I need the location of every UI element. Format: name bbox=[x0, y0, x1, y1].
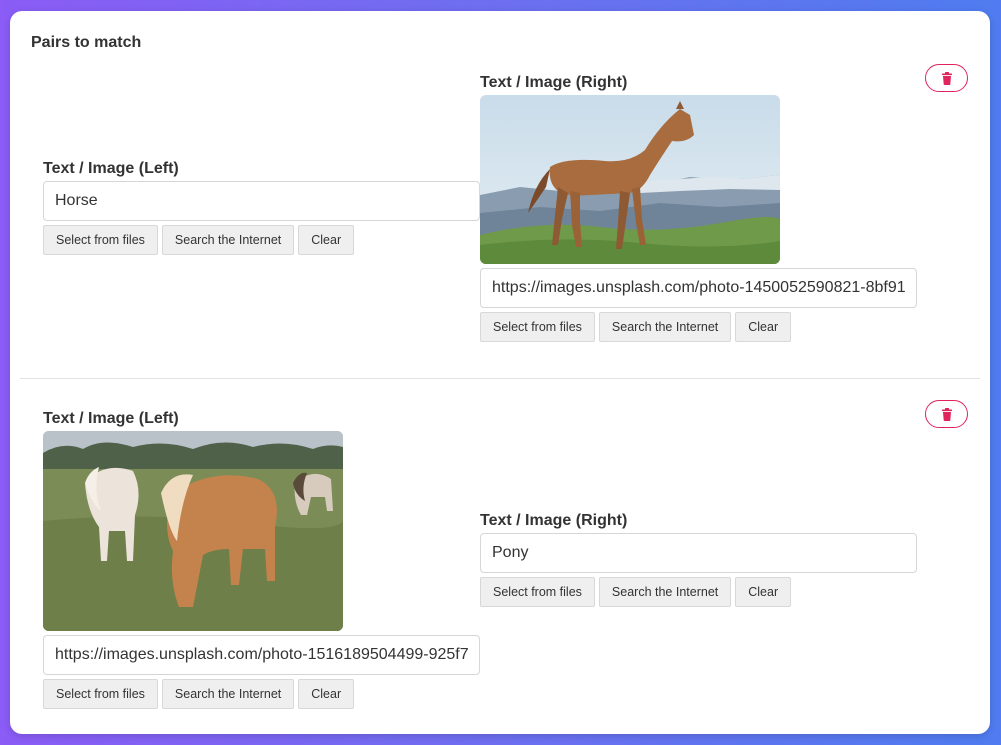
clear-button[interactable]: Clear bbox=[298, 679, 355, 709]
left-text-input[interactable]: Horse bbox=[43, 181, 480, 221]
clear-button[interactable]: Clear bbox=[735, 577, 792, 607]
right-url-input[interactable]: https://images.unsplash.com/photo-145005… bbox=[480, 268, 917, 308]
select-from-files-button[interactable]: Select from files bbox=[43, 225, 158, 255]
search-internet-button[interactable]: Search the Internet bbox=[161, 679, 295, 709]
right-label: Text / Image (Right) bbox=[480, 74, 628, 91]
pair-divider bbox=[20, 378, 980, 379]
section-title: Pairs to match bbox=[31, 34, 142, 51]
right-text-input[interactable]: Pony bbox=[480, 533, 917, 573]
left-button-row: Select from files Search the Internet Cl… bbox=[43, 679, 355, 709]
select-from-files-button[interactable]: Select from files bbox=[480, 312, 595, 342]
left-label: Text / Image (Left) bbox=[43, 410, 179, 427]
right-button-row: Select from files Search the Internet Cl… bbox=[480, 312, 792, 342]
clear-button[interactable]: Clear bbox=[298, 225, 355, 255]
select-from-files-button[interactable]: Select from files bbox=[480, 577, 595, 607]
trash-icon bbox=[941, 71, 952, 85]
delete-pair-button[interactable] bbox=[925, 64, 968, 92]
pony-image bbox=[43, 431, 343, 631]
clear-button[interactable]: Clear bbox=[735, 312, 792, 342]
horse-image bbox=[480, 95, 780, 264]
right-label: Text / Image (Right) bbox=[480, 512, 628, 529]
search-internet-button[interactable]: Search the Internet bbox=[598, 577, 732, 607]
left-url-input[interactable]: https://images.unsplash.com/photo-151618… bbox=[43, 635, 480, 675]
trash-icon bbox=[941, 407, 952, 421]
search-internet-button[interactable]: Search the Internet bbox=[161, 225, 295, 255]
left-button-row: Select from files Search the Internet Cl… bbox=[43, 225, 355, 255]
pairs-card: Pairs to match Text / Image (Left) Horse… bbox=[10, 11, 990, 734]
search-internet-button[interactable]: Search the Internet bbox=[598, 312, 732, 342]
left-label: Text / Image (Left) bbox=[43, 160, 179, 177]
right-button-row: Select from files Search the Internet Cl… bbox=[480, 577, 792, 607]
select-from-files-button[interactable]: Select from files bbox=[43, 679, 158, 709]
delete-pair-button[interactable] bbox=[925, 400, 968, 428]
